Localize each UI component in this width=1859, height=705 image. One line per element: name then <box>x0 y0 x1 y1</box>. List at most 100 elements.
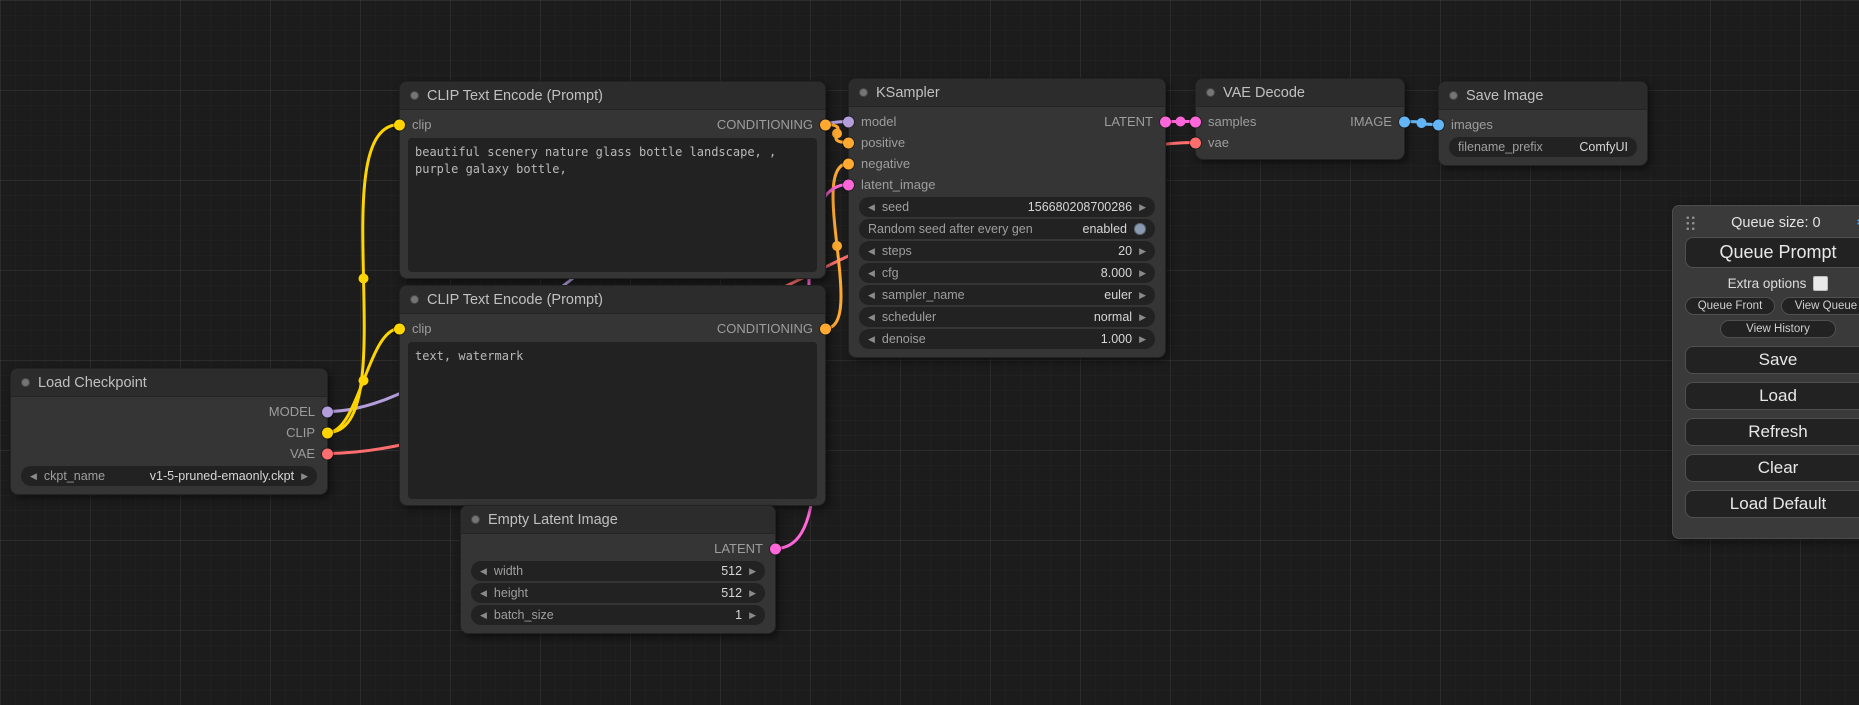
node-title-bar[interactable]: VAE Decode <box>1196 79 1404 107</box>
decrement-arrow-icon[interactable]: ◀ <box>868 313 875 322</box>
decrement-arrow-icon[interactable]: ◀ <box>480 567 487 576</box>
node-save-image[interactable]: Save Image images filename_prefix ComfyU… <box>1438 81 1648 166</box>
model-output-port[interactable] <box>322 406 333 417</box>
vae-output-port[interactable] <box>322 448 333 459</box>
latent-output-port[interactable] <box>770 543 781 554</box>
link-midpoint-dot[interactable] <box>359 376 369 386</box>
link-midpoint-dot[interactable] <box>359 274 369 284</box>
queue-front-button[interactable]: Queue Front <box>1685 297 1775 315</box>
sampler-name-widget[interactable]: ◀ sampler_name euler ▶ <box>859 285 1155 305</box>
extra-options-checkbox[interactable] <box>1813 276 1828 291</box>
node-title-bar[interactable]: Save Image <box>1439 82 1647 110</box>
images-input-port[interactable] <box>1433 119 1444 130</box>
node-graph-canvas[interactable]: Load Checkpoint MODEL CLIP VAE ◀ ckpt_na… <box>0 0 1859 705</box>
increment-arrow-icon[interactable]: ▶ <box>749 589 756 598</box>
batch-size-widget[interactable]: ◀ batch_size 1 ▶ <box>471 605 765 625</box>
load-button[interactable]: Load <box>1685 382 1859 410</box>
decrement-arrow-icon[interactable]: ◀ <box>868 203 875 212</box>
decrement-arrow-icon[interactable]: ◀ <box>868 269 875 278</box>
view-history-button[interactable]: View History <box>1720 320 1835 338</box>
conditioning-output-port[interactable] <box>820 323 831 334</box>
height-widget[interactable]: ◀ height 512 ▶ <box>471 583 765 603</box>
clip-output-port[interactable] <box>322 427 333 438</box>
node-title-bar[interactable]: KSampler <box>849 79 1165 107</box>
link-midpoint-dot[interactable] <box>1417 118 1427 128</box>
node-collapse-dot[interactable] <box>21 378 30 387</box>
view-queue-button[interactable]: View Queue <box>1781 297 1859 315</box>
vae-input-port[interactable] <box>1190 137 1201 148</box>
clear-button[interactable]: Clear <box>1685 454 1859 482</box>
increment-arrow-icon[interactable]: ▶ <box>1139 313 1146 322</box>
link-wire[interactable] <box>328 125 400 433</box>
save-button[interactable]: Save <box>1685 346 1859 374</box>
node-title-bar[interactable]: CLIP Text Encode (Prompt) <box>400 286 825 314</box>
decrement-arrow-icon[interactable]: ◀ <box>868 335 875 344</box>
conditioning-output-port[interactable] <box>820 119 831 130</box>
increment-arrow-icon[interactable]: ▶ <box>1139 203 1146 212</box>
clip-input-port[interactable] <box>394 119 405 130</box>
link-midpoint-dot[interactable] <box>832 129 842 139</box>
increment-arrow-icon[interactable]: ▶ <box>1139 291 1146 300</box>
node-empty-latent-image[interactable]: Empty Latent Image LATENT ◀ width 512 ▶ … <box>460 505 776 634</box>
decrement-arrow-icon[interactable]: ◀ <box>868 247 875 256</box>
denoise-widget[interactable]: ◀ denoise 1.000 ▶ <box>859 329 1155 349</box>
image-output-port[interactable] <box>1399 116 1410 127</box>
node-vae-decode[interactable]: VAE Decode samples IMAGE vae <box>1195 78 1405 160</box>
latent-output-port[interactable] <box>1160 116 1171 127</box>
decrement-arrow-icon[interactable]: ◀ <box>868 291 875 300</box>
prompt-textarea[interactable]: text, watermark <box>408 342 817 499</box>
decrement-arrow-icon[interactable]: ◀ <box>480 611 487 620</box>
increment-arrow-icon[interactable]: ▶ <box>1139 247 1146 256</box>
node-collapse-dot[interactable] <box>410 295 419 304</box>
toggle-knob[interactable] <box>1134 223 1146 235</box>
increment-arrow-icon[interactable]: ▶ <box>1139 335 1146 344</box>
negative-input-port[interactable] <box>843 158 854 169</box>
link-midpoint-dot[interactable] <box>832 241 842 251</box>
ckpt-name-widget[interactable]: ◀ ckpt_name v1-5-pruned-emaonly.ckpt ▶ <box>21 466 317 486</box>
samples-input-port[interactable] <box>1190 116 1201 127</box>
node-title-bar[interactable]: CLIP Text Encode (Prompt) <box>400 82 825 110</box>
prompt-textarea[interactable]: beautiful scenery nature glass bottle la… <box>408 138 817 272</box>
load-default-button[interactable]: Load Default <box>1685 490 1859 518</box>
node-collapse-dot[interactable] <box>1206 88 1215 97</box>
increment-arrow-icon[interactable]: ▶ <box>301 472 308 481</box>
queue-prompt-button[interactable]: Queue Prompt <box>1685 237 1859 268</box>
widget-value: euler <box>1104 288 1132 302</box>
node-title-bar[interactable]: Empty Latent Image <box>461 506 775 534</box>
width-widget[interactable]: ◀ width 512 ▶ <box>471 561 765 581</box>
increment-arrow-icon[interactable]: ▶ <box>749 611 756 620</box>
output-slot-vae: VAE <box>11 443 327 464</box>
node-collapse-dot[interactable] <box>410 91 419 100</box>
random-seed-toggle-widget[interactable]: Random seed after every gen enabled <box>859 219 1155 239</box>
filename-prefix-widget[interactable]: filename_prefix ComfyUI <box>1449 137 1637 157</box>
link-wire[interactable] <box>328 329 400 433</box>
node-collapse-dot[interactable] <box>859 88 868 97</box>
slot-label: CONDITIONING <box>717 117 813 132</box>
node-title: Empty Latent Image <box>488 512 618 528</box>
decrement-arrow-icon[interactable]: ◀ <box>30 472 37 481</box>
scheduler-widget[interactable]: ◀ scheduler normal ▶ <box>859 307 1155 327</box>
node-clip-text-encode-positive[interactable]: CLIP Text Encode (Prompt) clip CONDITION… <box>399 81 826 279</box>
node-ksampler[interactable]: KSampler model LATENT positive negative … <box>848 78 1166 358</box>
output-slot-latent: LATENT <box>461 538 775 559</box>
refresh-button[interactable]: Refresh <box>1685 418 1859 446</box>
steps-widget[interactable]: ◀ steps 20 ▶ <box>859 241 1155 261</box>
output-slot-clip: CLIP <box>11 422 327 443</box>
node-clip-text-encode-negative[interactable]: CLIP Text Encode (Prompt) clip CONDITION… <box>399 285 826 506</box>
decrement-arrow-icon[interactable]: ◀ <box>480 589 487 598</box>
cfg-widget[interactable]: ◀ cfg 8.000 ▶ <box>859 263 1155 283</box>
increment-arrow-icon[interactable]: ▶ <box>1139 269 1146 278</box>
positive-input-port[interactable] <box>843 137 854 148</box>
link-midpoint-dot[interactable] <box>1176 117 1186 127</box>
node-collapse-dot[interactable] <box>471 515 480 524</box>
increment-arrow-icon[interactable]: ▶ <box>749 567 756 576</box>
node-title-bar[interactable]: Load Checkpoint <box>11 369 327 397</box>
menu-drag-handle[interactable] <box>1685 215 1696 230</box>
latent-image-input-port[interactable] <box>843 179 854 190</box>
model-input-port[interactable] <box>843 116 854 127</box>
clip-input-port[interactable] <box>394 323 405 334</box>
node-collapse-dot[interactable] <box>1449 91 1458 100</box>
node-load-checkpoint[interactable]: Load Checkpoint MODEL CLIP VAE ◀ ckpt_na… <box>10 368 328 495</box>
widget-label: filename_prefix <box>1458 140 1543 154</box>
seed-widget[interactable]: ◀ seed 156680208700286 ▶ <box>859 197 1155 217</box>
